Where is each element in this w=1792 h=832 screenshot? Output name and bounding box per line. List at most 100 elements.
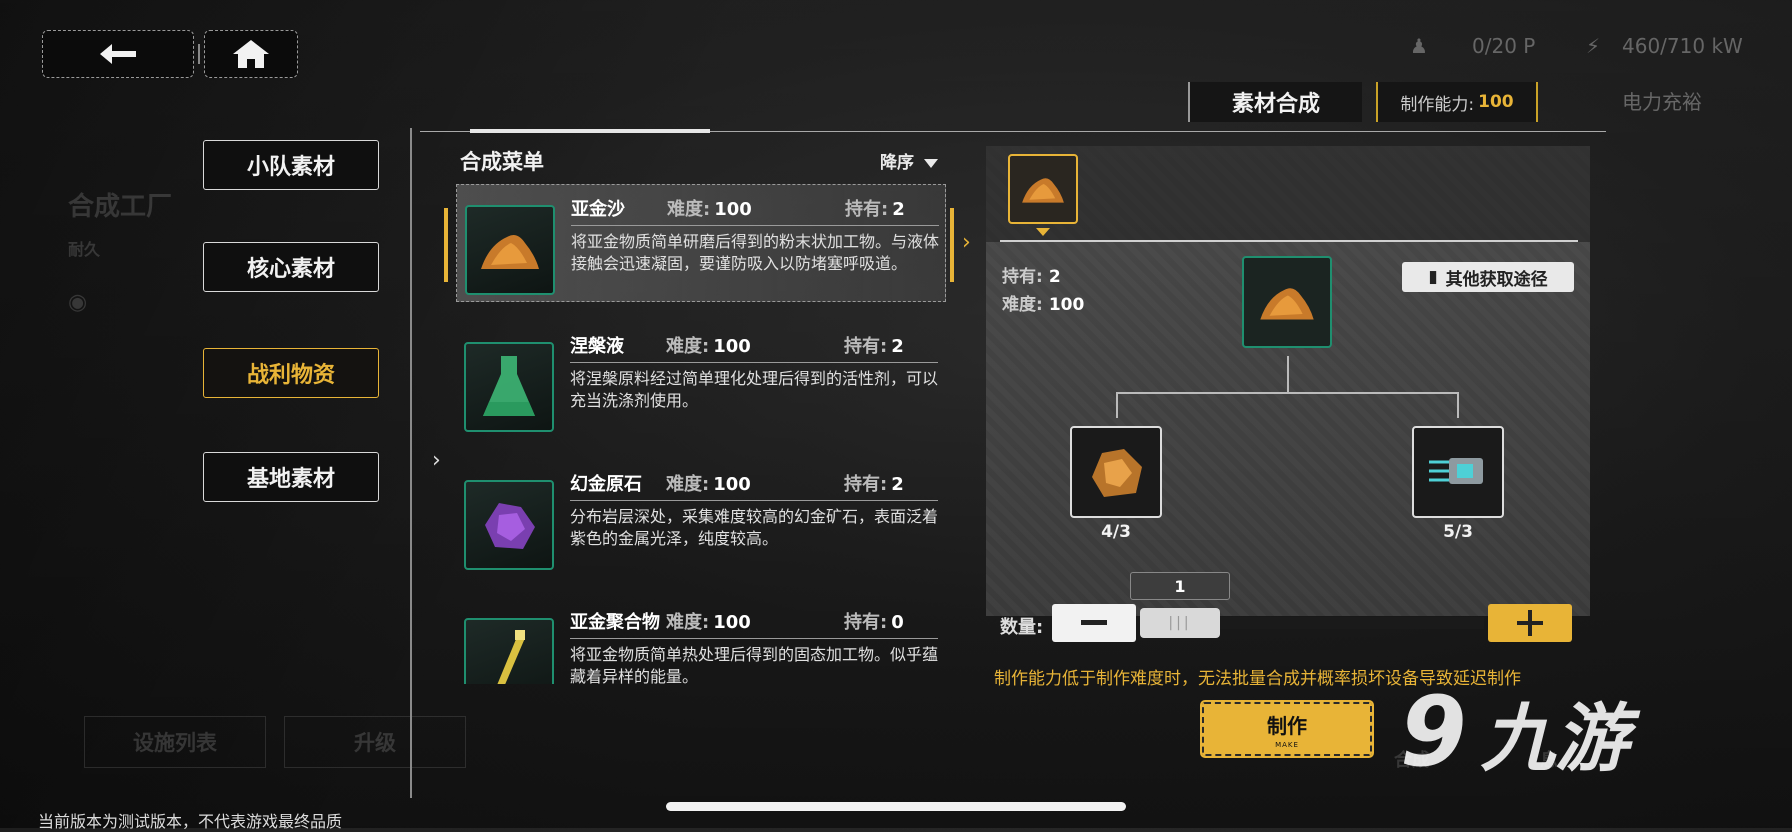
detail-own-label: 持有: xyxy=(1002,267,1043,287)
detail-difficulty: 难度: 100 xyxy=(1002,290,1084,315)
detail-chevron-icon: › xyxy=(962,230,971,255)
list-item[interactable]: 幻金原石 难度: 100 持有: 2 分布岩层深处，采集难度较高的幻金矿石，表面泛着… xyxy=(456,460,946,578)
tree-stem xyxy=(1287,356,1289,392)
tree-left xyxy=(1116,392,1118,418)
sort-label: 降序 xyxy=(880,153,914,173)
item-difficulty-label: 难度: xyxy=(666,336,710,357)
eye-icon: ◉ xyxy=(68,290,88,315)
category-loot-supplies[interactable]: 战利物资 xyxy=(203,348,379,398)
quantity-label: 数量: xyxy=(1000,617,1044,638)
item-difficulty: 难度: 100 xyxy=(666,332,751,358)
power-value: 460/710 kW xyxy=(1622,34,1743,58)
upgrade-label: 升级 xyxy=(354,731,396,755)
craft-capacity: 制作能力: 100 xyxy=(1376,82,1538,122)
item-difficulty-label: 难度: xyxy=(667,199,711,220)
product-slot[interactable] xyxy=(1242,256,1332,348)
category-core-materials[interactable]: 核心素材 xyxy=(203,242,379,292)
detail-own: 持有: 2 xyxy=(1002,262,1061,287)
frame-line-tab xyxy=(470,129,710,133)
item-desc: 分布岩层深处，采集难度较高的幻金矿石，表面泛着紫色的金属光泽，纯度较高。 xyxy=(570,507,939,548)
item-difficulty-label: 难度: xyxy=(666,612,710,633)
item-own: 持有: 0 xyxy=(844,608,904,634)
quantity-slider-handle[interactable]: ||| xyxy=(1140,608,1220,638)
gold-sand-icon xyxy=(1022,178,1064,203)
category-team-materials[interactable]: 小队素材 xyxy=(203,140,379,190)
plus-icon xyxy=(1517,610,1543,636)
craft-capacity-label: 制作能力: xyxy=(1400,94,1475,115)
facility-list-ghost: 设施列表 xyxy=(84,716,266,768)
material-slot[interactable] xyxy=(1070,426,1162,518)
home-button[interactable] xyxy=(204,30,298,78)
device-chip-icon xyxy=(1429,458,1483,484)
page-title: 素材合成 xyxy=(1188,82,1362,122)
item-own-label: 持有: xyxy=(845,199,889,220)
gold-ore-icon xyxy=(1092,449,1142,497)
item-own-value: 2 xyxy=(891,336,904,357)
tree-right xyxy=(1457,392,1459,418)
decrease-button[interactable] xyxy=(1052,604,1136,642)
craft-capacity-value: 100 xyxy=(1478,92,1514,112)
item-own-label: 持有: xyxy=(844,612,888,633)
list-item-selected[interactable]: 亚金沙 难度: 100 持有: 2 将亚金物质简单研磨后得到的粉末状加工物。与液体接… xyxy=(456,184,946,302)
other-sources-button[interactable]: ▮ 其他获取途径 xyxy=(1402,262,1574,292)
category-base-materials[interactable]: 基地素材 xyxy=(203,452,379,502)
minus-icon xyxy=(1081,620,1107,625)
sort-dropdown[interactable]: 降序 xyxy=(880,148,938,173)
durability-ghost: 耐久 xyxy=(68,240,101,259)
item-own-label: 持有: xyxy=(844,336,888,357)
selected-item-thumb[interactable] xyxy=(1008,154,1078,224)
detail-own-value: 2 xyxy=(1048,267,1061,287)
item-own: 持有: 2 xyxy=(844,470,904,496)
power-status: 电力充裕 xyxy=(1622,90,1702,114)
item-rule xyxy=(570,638,938,639)
item-own-value: 0 xyxy=(891,612,904,633)
item-difficulty: 难度: 100 xyxy=(667,195,752,221)
item-desc: 将亚金物质简单热处理后得到的固态加工物。似乎蕴藏着异样的能量。 xyxy=(570,645,939,684)
item-rule xyxy=(570,500,938,501)
detail-difficulty-value: 100 xyxy=(1048,295,1085,315)
list-clip: 亚金聚合物 难度: 100 持有: 0 将亚金物质简单热处理后得到的固态加工物。似乎… xyxy=(456,598,946,684)
item-own-label: 持有: xyxy=(844,474,888,495)
back-button[interactable] xyxy=(42,30,194,78)
back-arrow-icon xyxy=(100,44,136,64)
item-name: 涅槃液 xyxy=(570,336,624,357)
thumb-pointer-icon xyxy=(1036,228,1050,236)
stamina-value: 0/20 P xyxy=(1472,34,1536,58)
list-item[interactable]: 亚金聚合物 难度: 100 持有: 0 将亚金物质简单热处理后得到的固态加工物。似乎… xyxy=(456,598,946,684)
list-item[interactable]: 涅槃液 难度: 100 持有: 2 将涅槃原料经过简单理化处理后得到的活性剂，可以充… xyxy=(456,322,946,440)
make-button-label: 制作 xyxy=(1267,713,1307,738)
other-sources-label: 其他获取途径 xyxy=(1445,269,1548,290)
tree-bar xyxy=(1116,392,1458,394)
nav-separator xyxy=(198,44,200,64)
increase-button[interactable] xyxy=(1488,604,1572,642)
item-name: 幻金原石 xyxy=(570,474,642,495)
item-desc: 将涅槃原料经过简单理化处理后得到的活性剂，可以充当洗涤剂使用。 xyxy=(570,369,939,410)
quantity-value: 1 xyxy=(1130,572,1230,600)
item-difficulty: 难度: 100 xyxy=(666,608,751,634)
item-own-value: 2 xyxy=(891,474,904,495)
upgrade-ghost: 升级 xyxy=(284,716,466,768)
item-difficulty-value: 100 xyxy=(713,474,751,495)
list-collapse-chevron-icon[interactable]: › xyxy=(432,448,441,473)
menu-title: 合成菜单 xyxy=(460,150,544,174)
detail-rule xyxy=(1000,240,1578,242)
facility-list-label: 设施列表 xyxy=(133,731,217,755)
item-own-value: 2 xyxy=(892,199,905,220)
make-button[interactable]: 制作 MAKE xyxy=(1200,700,1374,758)
door-icon: ▮ xyxy=(1428,267,1438,287)
version-notice: 当前版本为测试版本，不代表游戏最终品质 xyxy=(38,812,343,831)
item-desc: 将亚金物质简单研磨后得到的粉末状加工物。与液体接触会迅速凝固，要谨防吸入以防堵塞… xyxy=(571,232,940,273)
watermark-logo: 9 九游 xyxy=(1400,676,1629,788)
item-rule xyxy=(571,225,939,226)
sort-chevron-down-icon xyxy=(924,158,938,168)
item-difficulty-label: 难度: xyxy=(666,474,710,495)
gold-sand-icon xyxy=(465,205,555,295)
gold-sand-icon xyxy=(1260,288,1314,320)
watermark-mark: 9 xyxy=(1400,676,1467,788)
home-icon xyxy=(233,40,269,68)
material-count: 4/3 xyxy=(1101,522,1131,542)
power-icon: ⚡ xyxy=(1586,34,1601,58)
material-slot[interactable] xyxy=(1412,426,1504,518)
home-indicator[interactable] xyxy=(666,802,1126,811)
purple-ore-icon xyxy=(464,480,554,570)
